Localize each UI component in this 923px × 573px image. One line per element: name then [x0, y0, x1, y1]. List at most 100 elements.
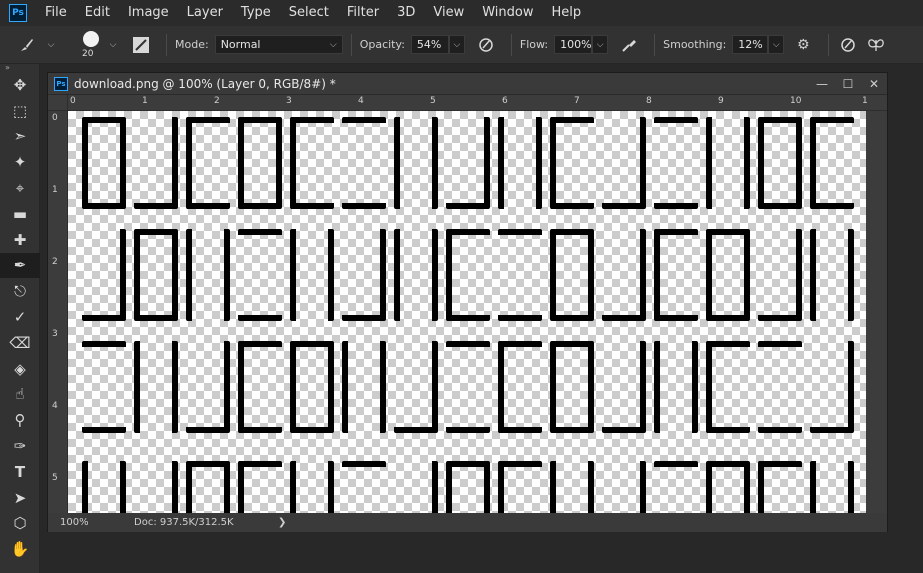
- menu-help[interactable]: Help: [543, 0, 591, 26]
- horizontal-ruler[interactable]: 0 1 2 3 4 5 6 7 8 9 10 1: [68, 95, 887, 111]
- brush-settings-panel-icon[interactable]: [130, 34, 152, 56]
- pressure-size-icon[interactable]: [837, 34, 859, 56]
- photoshop-logo-icon: Ps: [9, 4, 27, 22]
- brush-size-picker[interactable]: 20: [76, 28, 106, 62]
- pen-icon[interactable]: ✑: [0, 433, 40, 459]
- flow-field[interactable]: 100%: [554, 35, 593, 54]
- document-tab[interactable]: Ps download.png @ 100% (Layer 0, RGB/8#)…: [48, 73, 887, 95]
- ruler-tick-label: 0: [52, 113, 58, 123]
- pixel-glyph: [446, 229, 490, 321]
- brush-preset-dropdown-icon[interactable]: ⌵: [44, 40, 58, 50]
- maximize-icon[interactable]: ☐: [835, 73, 861, 95]
- magic-wand-icon[interactable]: ✦: [0, 149, 40, 175]
- smoothing-dropdown[interactable]: ⌵: [768, 35, 785, 54]
- pixel-glyph: [342, 341, 386, 433]
- pixel-glyph: [550, 461, 594, 513]
- pixel-glyph: [342, 117, 386, 209]
- flow-label: Flow:: [519, 38, 549, 51]
- pixel-glyph: [498, 117, 542, 209]
- document-size: Doc: 937.5K/312.5K: [134, 517, 234, 528]
- pixel-glyph: [238, 117, 282, 209]
- lasso-icon[interactable]: ➣: [0, 124, 40, 150]
- pixel-glyph: [342, 229, 386, 321]
- status-menu-arrow-icon[interactable]: ❯: [278, 517, 286, 528]
- pixel-glyph: [550, 229, 594, 321]
- pixel-glyph: [706, 461, 750, 513]
- menu-view[interactable]: View: [424, 0, 473, 26]
- pixel-glyph: [602, 117, 646, 209]
- path-select-icon[interactable]: ➤: [0, 485, 40, 511]
- flow-dropdown[interactable]: ⌵: [592, 35, 609, 54]
- stamp-icon[interactable]: ⎋: [0, 278, 40, 304]
- panel-grip-icon[interactable]: »: [0, 64, 39, 72]
- pixel-glyph: [394, 461, 438, 513]
- menu-3d[interactable]: 3D: [388, 0, 424, 26]
- opacity-dropdown[interactable]: ⌵: [448, 35, 465, 54]
- photoshop-file-icon: Ps: [54, 76, 68, 91]
- ruler-tick-label: 5: [430, 96, 436, 106]
- minimize-icon[interactable]: —: [809, 73, 835, 95]
- pixel-glyph: [758, 341, 802, 433]
- pixel-glyph: [706, 341, 750, 433]
- pixel-glyph: [602, 229, 646, 321]
- pixel-glyph: [394, 117, 438, 209]
- menu-filter[interactable]: Filter: [338, 0, 388, 26]
- brush-size-dropdown-icon[interactable]: ⌵: [106, 40, 120, 50]
- mode-value: Normal: [220, 38, 261, 51]
- image-canvas[interactable]: [68, 111, 866, 513]
- healing-icon[interactable]: ✚: [0, 227, 40, 253]
- ruler-tick-label: 3: [52, 329, 58, 339]
- smoothing-label: Smoothing:: [663, 38, 727, 51]
- move-icon[interactable]: ✥: [0, 72, 40, 98]
- menu-file[interactable]: File: [36, 0, 76, 26]
- menu-edit[interactable]: Edit: [76, 0, 119, 26]
- brush-preset-icon[interactable]: [16, 34, 38, 56]
- menu-image[interactable]: Image: [119, 0, 178, 26]
- smudge-icon[interactable]: ☝: [0, 382, 40, 408]
- mode-label: Mode:: [175, 38, 209, 51]
- pixel-glyph: [82, 461, 126, 513]
- vertical-scrollbar[interactable]: [866, 111, 887, 513]
- smoothing-field[interactable]: 12%: [732, 35, 769, 54]
- hand-icon[interactable]: ✋: [0, 536, 40, 562]
- pixel-glyph: [238, 229, 282, 321]
- pixel-glyph: [602, 341, 646, 433]
- menu-type[interactable]: Type: [232, 0, 280, 26]
- ruler-origin[interactable]: [48, 95, 68, 111]
- menu-window[interactable]: Window: [473, 0, 542, 26]
- brush-icon[interactable]: ✒: [0, 252, 40, 279]
- airbrush-icon[interactable]: [618, 34, 640, 56]
- history-brush-icon[interactable]: ✓: [0, 304, 40, 330]
- close-icon[interactable]: ✕: [861, 73, 887, 95]
- menu-select[interactable]: Select: [280, 0, 338, 26]
- opacity-field[interactable]: 54%: [410, 35, 449, 54]
- zoom-level[interactable]: 100%: [48, 517, 98, 528]
- symmetry-butterfly-icon[interactable]: [865, 34, 887, 56]
- pixel-glyph: [394, 341, 438, 433]
- dodge-icon[interactable]: ⚲: [0, 407, 40, 433]
- ruler-tick-label: 5: [52, 473, 58, 483]
- paint-bucket-icon[interactable]: ◈: [0, 356, 40, 382]
- brush-size-value: 20: [82, 48, 94, 59]
- mode-select[interactable]: Normal ⌵: [214, 35, 343, 54]
- pixel-glyph: [706, 117, 750, 209]
- crop-icon[interactable]: ⌖: [0, 175, 40, 201]
- pixel-glyph: [654, 341, 698, 433]
- gear-icon[interactable]: ⚙: [792, 34, 814, 56]
- shape-icon[interactable]: ⬡: [0, 511, 40, 537]
- menu-layer[interactable]: Layer: [178, 0, 232, 26]
- eraser-icon[interactable]: ⌫: [0, 330, 40, 356]
- pixel-glyph: [446, 341, 490, 433]
- pixel-glyph: [186, 117, 230, 209]
- pixel-glyph: [810, 117, 854, 209]
- flow-value: 100%: [560, 38, 592, 51]
- pixel-glyph: [498, 229, 542, 321]
- ruler-tick-label: 4: [52, 401, 58, 411]
- ruler-tick-label: 2: [52, 257, 58, 267]
- type-icon[interactable]: T: [0, 459, 40, 485]
- pixel-glyph: [134, 229, 178, 321]
- pressure-opacity-icon[interactable]: [475, 34, 497, 56]
- vertical-ruler[interactable]: 0 1 2 3 4 5: [48, 111, 68, 513]
- ruler-icon[interactable]: ▬: [0, 201, 40, 227]
- marquee-icon[interactable]: ⬚: [0, 98, 40, 124]
